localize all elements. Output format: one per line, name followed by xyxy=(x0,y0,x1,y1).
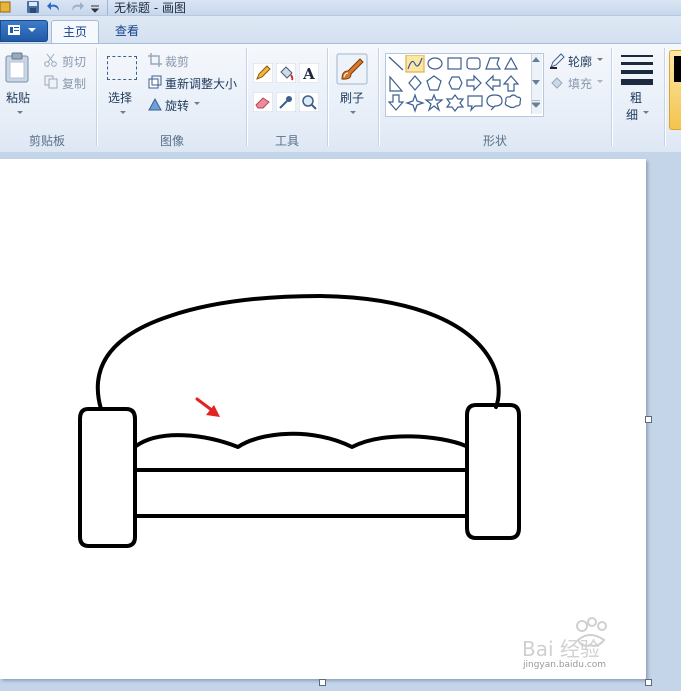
scroll-up-icon[interactable] xyxy=(532,57,540,62)
fill-icon xyxy=(551,77,563,89)
canvas-resize-handle-bottom[interactable] xyxy=(319,679,326,686)
svg-text:A: A xyxy=(302,65,315,83)
title-separator xyxy=(107,0,108,15)
copy-button[interactable]: 复制 xyxy=(62,75,86,92)
size-label-bottom[interactable]: 细 xyxy=(626,106,638,123)
crop-button[interactable]: 裁剪 xyxy=(165,53,189,70)
select-icon[interactable] xyxy=(107,56,137,80)
chevron-down-icon[interactable] xyxy=(597,58,603,62)
save-icon[interactable] xyxy=(26,0,40,14)
gallery-expand-icon[interactable] xyxy=(532,100,540,108)
left-arrow-shape-icon xyxy=(485,74,501,92)
tools-group-label: 工具 xyxy=(274,134,299,148)
undo-icon[interactable] xyxy=(47,0,63,14)
five-point-star-shape-icon xyxy=(424,93,444,112)
red-arrow-annotation xyxy=(195,397,220,417)
paste-icon[interactable] xyxy=(4,52,32,84)
cloud-callout-shape-icon xyxy=(504,94,522,109)
chevron-down-icon[interactable] xyxy=(194,102,200,106)
polygon-shape-icon xyxy=(485,57,502,70)
group-separator xyxy=(327,48,329,146)
group-separator xyxy=(664,48,666,146)
up-arrow-shape-icon xyxy=(502,75,520,92)
chevron-down-icon[interactable] xyxy=(597,80,603,84)
sofa-backrest xyxy=(95,294,501,411)
title-bar: 无标题 - 画图 xyxy=(0,0,681,16)
chevron-down-icon[interactable] xyxy=(17,111,23,115)
cut-button[interactable]: 剪切 xyxy=(62,53,86,70)
rotate-icon xyxy=(148,97,162,111)
crop-icon xyxy=(148,53,162,67)
rectangle-shape-icon xyxy=(447,57,462,70)
oval-shape-icon xyxy=(427,57,443,70)
brushes-button[interactable]: 刷子 xyxy=(340,89,364,106)
color-1-inner xyxy=(674,56,681,82)
four-point-star-shape-icon xyxy=(405,93,425,113)
ribbon: 粘贴 剪切 复制 剪贴板 选择 裁剪 重新调整大小 旋转 图像 A 工具 刷子 xyxy=(0,43,681,153)
down-arrow-shape-icon xyxy=(387,94,405,111)
magnifier-icon[interactable] xyxy=(299,92,319,112)
scroll-down-icon[interactable] xyxy=(532,80,540,85)
sofa-drawing xyxy=(78,294,521,548)
triangle-shape-icon xyxy=(503,56,519,70)
shapes-group-label: 形状 xyxy=(482,134,507,148)
chevron-down-icon xyxy=(28,28,36,32)
select-button[interactable]: 选择 xyxy=(108,89,132,106)
drawing-canvas[interactable] xyxy=(0,159,646,679)
canvas-resize-handle-right[interactable] xyxy=(645,416,652,423)
line-shape-icon xyxy=(388,56,404,71)
ribbon-tab-row: 主页 查看 xyxy=(0,16,681,43)
customize-toolbar-icon[interactable] xyxy=(90,2,100,16)
fill-bucket-icon[interactable] xyxy=(276,63,296,83)
eraser-icon[interactable] xyxy=(253,92,273,112)
tab-home[interactable]: 主页 xyxy=(51,20,99,43)
outline-icon xyxy=(550,53,565,69)
window-title: 无标题 - 画图 xyxy=(114,1,186,15)
paint-app-icon xyxy=(0,1,11,13)
rotate-button[interactable]: 旋转 xyxy=(165,97,189,114)
line-size-icon[interactable] xyxy=(620,52,654,86)
chevron-down-icon[interactable] xyxy=(120,111,126,115)
outline-button[interactable]: 轮廓 xyxy=(568,53,592,70)
right-arrow-shape-icon xyxy=(466,74,482,92)
size-label-top[interactable]: 粗 xyxy=(630,89,642,106)
svg-text:Bai 经验: Bai 经验 xyxy=(522,637,600,661)
fill-button[interactable]: 填充 xyxy=(568,75,592,92)
resize-button[interactable]: 重新调整大小 xyxy=(165,75,237,92)
watermark-url: jingyan.baidu.com xyxy=(523,660,607,670)
sofa-left-arm xyxy=(78,407,137,548)
six-point-star-shape-icon xyxy=(445,94,465,112)
copy-icon xyxy=(44,75,58,89)
oval-callout-shape-icon xyxy=(486,94,503,111)
chevron-down-icon[interactable] xyxy=(350,111,356,115)
color-picker-icon[interactable] xyxy=(276,92,296,112)
sofa-cushions xyxy=(134,431,468,449)
scissors-icon xyxy=(44,53,57,67)
paint-menu-button[interactable] xyxy=(0,20,48,42)
brush-icon[interactable] xyxy=(336,53,368,85)
group-separator xyxy=(611,48,613,146)
rounded-rectangle-shape-icon xyxy=(466,57,481,70)
chevron-down-icon[interactable] xyxy=(643,111,649,115)
resize-icon xyxy=(148,75,162,89)
clipboard-group-label: 剪贴板 xyxy=(28,134,65,148)
image-group-label: 图像 xyxy=(159,134,184,148)
hexagon-shape-icon xyxy=(448,76,463,90)
rect-callout-shape-icon xyxy=(467,95,483,112)
shapes-gallery-icons xyxy=(387,55,522,113)
pencil-icon[interactable] xyxy=(253,63,273,83)
paste-button[interactable]: 粘贴 xyxy=(6,89,30,106)
pentagon-shape-icon xyxy=(426,75,442,91)
redo-icon[interactable] xyxy=(68,0,84,14)
sofa-right-arm xyxy=(465,403,521,540)
menu-icon xyxy=(8,25,20,35)
right-triangle-shape-icon xyxy=(389,75,404,92)
canvas-resize-handle-corner[interactable] xyxy=(645,679,652,686)
text-tool-icon[interactable]: A xyxy=(299,63,319,83)
diamond-shape-icon xyxy=(408,75,422,91)
tab-view[interactable]: 查看 xyxy=(104,20,150,42)
